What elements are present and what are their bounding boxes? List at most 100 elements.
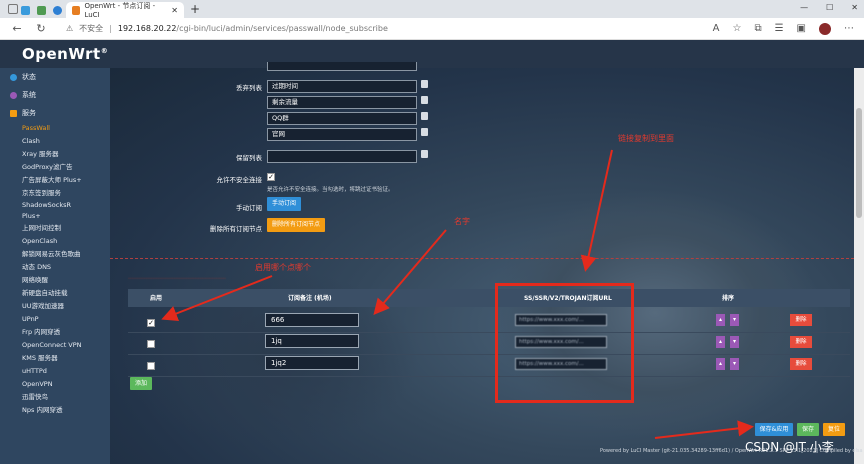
sidebar-item-automount[interactable]: 新硬盘自动挂载 <box>0 287 110 300</box>
move-down-button[interactable]: ▾ <box>730 314 739 326</box>
close-window-icon[interactable]: ✕ <box>851 3 858 12</box>
profile-avatar[interactable] <box>819 22 831 35</box>
enable-checkbox[interactable] <box>147 362 155 370</box>
security-label: 不安全 <box>79 24 104 33</box>
truncated-field[interactable] <box>267 62 417 71</box>
move-down-button[interactable]: ▾ <box>730 358 739 370</box>
reset-button[interactable]: 复位 <box>823 423 845 436</box>
browser-tab-inactive-3[interactable] <box>50 2 66 18</box>
back-icon[interactable]: ← <box>10 22 24 35</box>
remove-item-icon[interactable] <box>421 96 428 104</box>
delete-all-label: 删除所有订阅节点 <box>210 225 262 233</box>
scrollbar-thumb[interactable] <box>856 108 862 218</box>
favorites-list-icon[interactable]: ☰ <box>775 23 784 34</box>
add-item-icon[interactable] <box>421 128 428 136</box>
insecure-checkbox[interactable]: ✓ <box>267 173 275 181</box>
sidebar-item-nps[interactable]: Nps 内网穿透 <box>0 404 110 417</box>
more-menu-icon[interactable]: ⋯ <box>844 23 854 34</box>
move-down-button[interactable]: ▾ <box>730 336 739 348</box>
sidebar-label: 状态 <box>22 73 36 81</box>
move-up-button[interactable]: ▴ <box>716 358 725 370</box>
sidebar-item-adblock[interactable]: 广告屏蔽大师 Plus+ <box>0 174 110 187</box>
add-subscription-button[interactable]: 添加 <box>130 377 152 390</box>
enable-checkbox[interactable] <box>147 340 155 348</box>
sidebar-label: 服务 <box>22 109 36 117</box>
insecure-hint: 是否允许不安全连接。当勾选时，将跳过证书验证。 <box>267 187 394 193</box>
new-tab-button[interactable]: + <box>190 2 200 16</box>
manual-subscribe-button[interactable]: 手动订阅 <box>267 197 301 211</box>
delete-row-button[interactable]: 删除 <box>790 314 812 326</box>
url-highlight-box <box>495 283 634 403</box>
sidebar-item-frp[interactable]: Frp 内网穿透 <box>0 326 110 339</box>
collections-icon[interactable]: ▣ <box>797 23 806 34</box>
remove-item-icon[interactable] <box>421 80 428 88</box>
keep-list-input[interactable] <box>267 150 417 163</box>
sidebar-item-xray[interactable]: Xray 服务器 <box>0 148 110 161</box>
annotation-link: 链接复制到里面 <box>618 134 674 143</box>
sidebar-item-passwall[interactable]: PassWall <box>0 122 110 135</box>
delete-row-button[interactable]: 删除 <box>790 358 812 370</box>
delete-row-button[interactable]: 删除 <box>790 336 812 348</box>
sidebar-item-openconnect[interactable]: OpenConnect VPN <box>0 339 110 352</box>
discard-item-3[interactable]: QQ群 <box>267 112 417 125</box>
delete-all-button[interactable]: 删除所有订阅节点 <box>267 218 325 232</box>
tab-title: OpenWrt - 节点订阅 - LuCI <box>84 2 156 19</box>
remark-input[interactable]: 1jq2 <box>265 356 359 370</box>
maximize-icon[interactable]: ☐ <box>826 3 833 12</box>
sidebar-item-timecontrol[interactable]: 上网时间控制 <box>0 222 110 235</box>
read-aloud-icon[interactable]: A <box>713 23 720 34</box>
move-up-button[interactable]: ▴ <box>716 336 725 348</box>
sidebar-item-uhttpd[interactable]: uHTTPd <box>0 365 110 378</box>
discard-item-2[interactable]: 剩余流量 <box>267 96 417 109</box>
brand-name: OpenWrt <box>22 45 101 63</box>
discard-item-1[interactable]: 过期时间 <box>267 80 417 93</box>
sidebar-item-ssr[interactable]: ShadowSocksR <box>0 200 110 211</box>
sidebar-item-unblockmusic[interactable]: 解锁网易云灰色歌曲 <box>0 248 110 261</box>
sidebar-item-godproxy[interactable]: GodProxy滤广告 <box>0 161 110 174</box>
brand-logo[interactable]: OpenWrt® <box>22 45 108 63</box>
sidebar-item-kms[interactable]: KMS 服务器 <box>0 352 110 365</box>
remark-input[interactable]: 1jq <box>265 334 359 348</box>
sidebar-item-services[interactable]: 服务 <box>0 104 110 122</box>
discard-item-4[interactable]: 官网 <box>267 128 417 141</box>
browser-tab-inactive[interactable] <box>18 2 34 18</box>
browser-tab-active[interactable]: OpenWrt - 节点订阅 - LuCI ✕ <box>66 2 184 19</box>
refresh-icon[interactable]: ↻ <box>34 22 48 35</box>
sidebar-item-uu[interactable]: UU游戏加速器 <box>0 300 110 313</box>
remark-input[interactable]: 666 <box>265 313 359 327</box>
sidebar-item-openclash[interactable]: OpenClash <box>0 235 110 248</box>
sidebar-item-system[interactable]: 系统 <box>0 86 110 104</box>
col-remark: 订阅备注 (机场) <box>288 295 332 302</box>
discard-list-label: 丢弃列表 <box>236 84 262 92</box>
page-scrollbar[interactable] <box>854 68 864 464</box>
window-menu-icon[interactable] <box>8 4 18 14</box>
sidebar-item-xunlei[interactable]: 迅雷快鸟 <box>0 391 110 404</box>
sidebar-item-wol[interactable]: 网络唤醒 <box>0 274 110 287</box>
save-apply-button[interactable]: 保存&应用 <box>755 423 793 436</box>
url-field[interactable]: ⚠ 不安全 | 192.168.20.22/cgi-bin/luci/admin… <box>66 23 388 34</box>
remove-item-icon[interactable] <box>421 112 428 120</box>
sidebar-item-openvpn[interactable]: OpenVPN <box>0 378 110 391</box>
sidebar-item-upnp[interactable]: UPnP <box>0 313 110 326</box>
section-divider <box>110 258 854 259</box>
url-divider: | <box>109 24 112 33</box>
close-tab-icon[interactable]: ✕ <box>171 6 178 15</box>
browser-tab-inactive-2[interactable] <box>34 2 50 18</box>
brand-mark: ® <box>100 47 109 55</box>
minimize-icon[interactable]: — <box>800 3 808 12</box>
add-item-icon[interactable] <box>421 150 428 158</box>
sidebar-item-ddns[interactable]: 动态 DNS <box>0 261 110 274</box>
col-sort: 排序 <box>722 295 735 302</box>
annotation-enable: 启用哪个点哪个 <box>255 263 311 272</box>
enable-checkbox[interactable]: ✓ <box>147 319 155 327</box>
move-up-button[interactable]: ▴ <box>716 314 725 326</box>
sidebar-item-clash[interactable]: Clash <box>0 135 110 148</box>
sidebar-item-jd[interactable]: 京东签到服务 <box>0 187 110 200</box>
sidebar: 状态 系统 服务 PassWall Clash Xray 服务器 GodProx… <box>0 68 110 464</box>
save-button[interactable]: 保存 <box>797 423 819 436</box>
sidebar-item-ssr-plus[interactable]: Plus+ <box>0 211 110 222</box>
favorite-icon[interactable]: ☆ <box>732 23 741 34</box>
extensions-icon[interactable]: ⧉ <box>754 23 761 34</box>
status-icon <box>10 73 17 81</box>
sidebar-item-status[interactable]: 状态 <box>0 68 110 86</box>
